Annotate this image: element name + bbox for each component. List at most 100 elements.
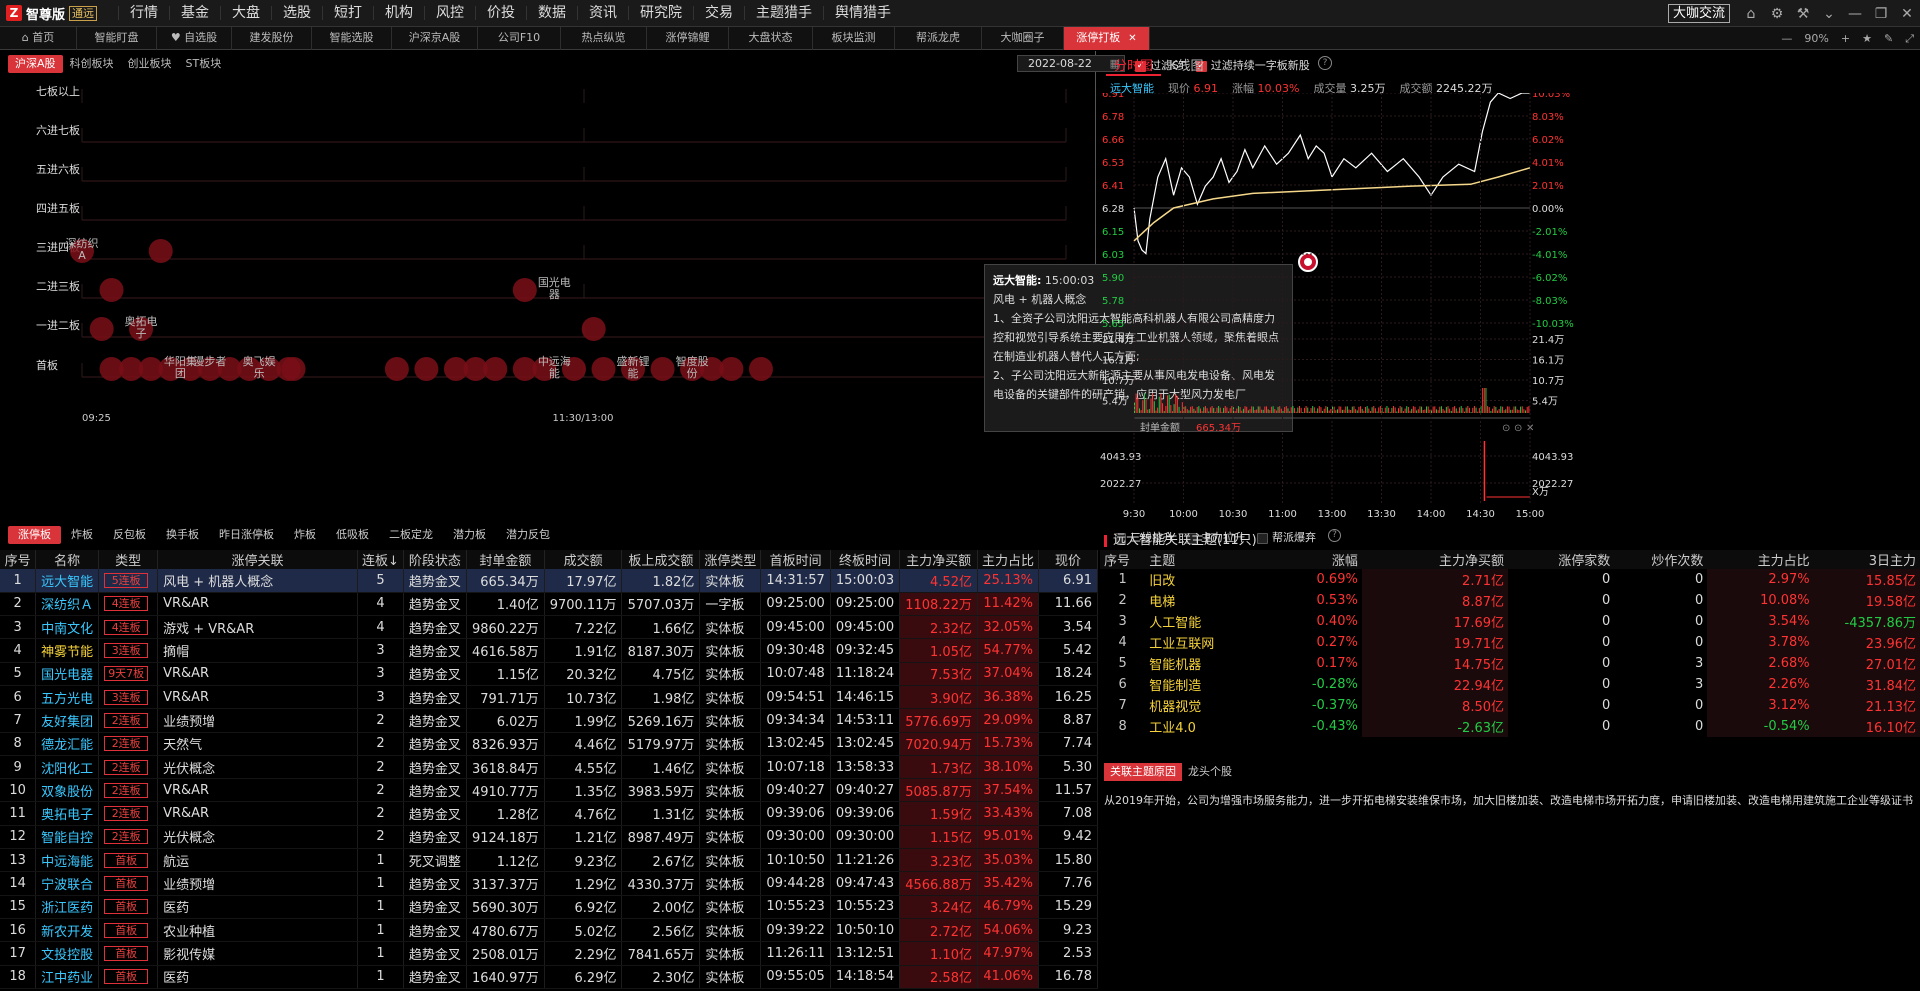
cell-名称[interactable]: 国光电器 <box>35 662 100 686</box>
zoom-out-icon[interactable]: — <box>1775 32 1798 45</box>
cell-名称[interactable]: 中远海能 <box>35 848 100 873</box>
column-header[interactable]: 封单金额 <box>466 550 545 569</box>
menu-item[interactable]: 主题猎手 <box>744 6 823 20</box>
tab-9[interactable]: 大盘状态 <box>729 27 813 50</box>
table-tab[interactable]: 潜力板 <box>443 526 496 544</box>
theme-row[interactable]: 2 电梯 0.53% 8.87亿 0 0 10.08% 19.58亿 <box>1100 590 1920 611</box>
table-row[interactable]: 15 浙江医药 首板 医药 1 趋势金叉 5690.30万 6.92亿 2.00亿 实体板 10:5… <box>0 895 1099 919</box>
table-row[interactable]: 11 奥拓电子 2连板 VR&AR 2 趋势金叉 1.28亿 4.76亿 1.31亿 实体板 09:… <box>0 801 1099 826</box>
table-row[interactable]: 14 宁波联合 首板 业绩预增 1 趋势金叉 3137.37万 1.29亿 4330.37万 实体… <box>0 871 1099 896</box>
menu-item[interactable]: 交易 <box>693 6 744 20</box>
cell-名称[interactable]: 友好集团 <box>35 708 100 733</box>
chevron-down-icon[interactable]: ⌄ <box>1816 6 1842 22</box>
tab-8[interactable]: 涨停锦鲤 <box>647 27 729 50</box>
table-row[interactable]: 18 江中药业 首板 医药 1 趋势金叉 1640.97万 6.29亿 2.30亿 实体板 09:5… <box>0 965 1099 989</box>
theme-column-header[interactable]: 主题 <box>1145 550 1243 569</box>
table-row[interactable]: 17 文投控股 首板 影视传媒 1 趋势金叉 2508.01万 2.29亿 7841.65万 实体… <box>0 941 1099 966</box>
table-row[interactable]: 1 远大智能 5连板 风电 + 机器人概念 5 趋势金叉 665.34万 17.97亿 1.82… <box>0 569 1099 593</box>
tab-5[interactable]: 沪深京A股 <box>392 27 478 50</box>
table-row[interactable]: 10 双象股份 2连板 VR&AR 2 趋势金叉 4910.77万 1.35亿 3983.59万… <box>0 778 1099 803</box>
chart-tab[interactable]: 分时图 <box>1106 55 1162 76</box>
column-header[interactable]: 涨停关联 <box>157 550 359 569</box>
cell-名称[interactable]: 奥拓电子 <box>35 801 100 826</box>
column-header[interactable]: 首板时间 <box>760 550 831 569</box>
theme-column-header[interactable]: 炒作次数 <box>1614 550 1708 569</box>
table-row[interactable]: 4 神雾节能 3连板 摘帽 3 趋势金叉 4616.58万 1.91亿 8187.30万 实体板 0… <box>0 638 1099 663</box>
theme-cell[interactable]: 旧改 <box>1145 569 1242 590</box>
table-row[interactable]: 2 深纺织Ａ 4连板 VR&AR 4 趋势金叉 1.40亿 9700.11万 5707.03万一… <box>0 592 1099 617</box>
tab-6[interactable]: 公司F10 <box>478 27 561 50</box>
tab-2[interactable]: ♥ 自选股 <box>157 27 232 50</box>
cell-名称[interactable]: 江中药业 <box>35 965 100 989</box>
subtab[interactable]: ST板块 <box>179 55 229 73</box>
table-tab[interactable]: 昨日涨停板 <box>209 526 284 544</box>
tab-10[interactable]: 板块监测 <box>813 27 895 50</box>
column-header[interactable]: 阶段状态 <box>403 550 467 569</box>
cell-名称[interactable]: 远大智能 <box>35 569 100 593</box>
table-tab[interactable]: 低吸板 <box>326 526 379 544</box>
menu-item[interactable]: 数据 <box>526 6 577 20</box>
column-header[interactable]: 涨停类型 <box>699 550 762 569</box>
theme-row[interactable]: 1 旧改 0.69% 2.71亿 0 0 2.97% 15.85亿 <box>1100 569 1920 590</box>
theme-column-header[interactable]: 涨停家数 <box>1508 550 1615 569</box>
pin-icon[interactable]: ✎ <box>1878 32 1899 45</box>
home-icon[interactable]: ⌂ <box>1738 6 1764 22</box>
app-logo[interactable]: Z 智尊版 通远 <box>0 4 118 23</box>
table-row[interactable]: 9 沈阳化工 2连板 光伏概念 2 趋势金叉 3618.84万 4.55亿 1.46亿 实体板 10… <box>0 755 1099 780</box>
column-header[interactable]: 终板时间 <box>830 550 901 569</box>
column-header[interactable]: 主力占比 <box>977 550 1039 569</box>
theme-column-header[interactable]: 3日主力 <box>1813 550 1920 569</box>
cell-名称[interactable]: 双象股份 <box>35 778 100 803</box>
dakao-button[interactable]: 大咖交流 <box>1667 4 1730 23</box>
theme-cell[interactable]: 人工智能 <box>1145 611 1242 632</box>
table-row[interactable]: 12 智能自控 2连板 光伏概念 2 趋势金叉 9124.18万 1.21亿 8987.49万实… <box>0 825 1099 850</box>
column-header[interactable]: 名称 <box>35 550 100 569</box>
cell-名称[interactable]: 宁波联合 <box>35 871 100 896</box>
tools-icon[interactable]: ⚒ <box>1790 6 1816 22</box>
theme-column-header[interactable]: 序号 <box>1100 550 1146 569</box>
menu-item[interactable]: 行情 <box>118 6 169 20</box>
cell-名称[interactable]: 浙江医药 <box>35 895 100 919</box>
theme-cell[interactable]: 智能制造 <box>1145 674 1242 695</box>
cell-名称[interactable]: 智能自控 <box>35 825 100 850</box>
menu-item[interactable]: 价投 <box>475 6 526 20</box>
close-tab-icon[interactable]: ✕ <box>1128 33 1136 44</box>
theme-cell[interactable]: 机器视觉 <box>1145 695 1242 716</box>
column-header[interactable]: 板上成交额 <box>621 550 701 569</box>
cell-名称[interactable]: 神雾节能 <box>35 638 100 663</box>
reason-tab[interactable]: 关联主题原因 <box>1104 763 1182 781</box>
column-header[interactable]: 主力净买额 <box>899 550 978 569</box>
table-row[interactable]: 3 中南文化 4连板 游戏 + VR&AR 4 趋势金叉 9860.22万 7.22亿 1.66… <box>0 615 1099 640</box>
tab-11[interactable]: 帮派龙虎 <box>895 27 982 50</box>
theme-column-header[interactable]: 主力占比 <box>1707 550 1814 569</box>
cell-名称[interactable]: 文投控股 <box>35 941 100 966</box>
cell-名称[interactable]: 新农开发 <box>35 918 100 943</box>
menu-item[interactable]: 大盘 <box>220 6 271 20</box>
table-tab[interactable]: 潜力反包 <box>496 526 560 544</box>
cell-名称[interactable]: 德龙汇能 <box>35 732 100 756</box>
theme-cell[interactable]: 电梯 <box>1145 590 1242 611</box>
theme-row[interactable]: 5 智能机器 0.17% 14.75亿 0 3 2.68% 27.01亿 <box>1100 653 1920 674</box>
theme-row[interactable]: 3 人工智能 0.40% 17.69亿 0 0 3.54% -4357.86万 <box>1100 611 1920 632</box>
table-tab[interactable]: 炸板 <box>284 526 326 544</box>
table-row[interactable]: 16 新农开发 首板 农业种植 1 趋势金叉 4780.67万 5.02亿 2.56亿 实体板 09… <box>0 918 1099 943</box>
theme-row[interactable]: 7 机器视觉 -0.37% 8.50亿 0 0 3.12% 21.13亿 <box>1100 695 1920 716</box>
menu-item[interactable]: 风控 <box>424 6 475 20</box>
table-row[interactable]: 5 国光电器 9天7板 VR&AR 3 趋势金叉 1.15亿 20.32亿 4.75亿 实体板 10… <box>0 662 1099 686</box>
tab-13[interactable]: 涨停打板 ✕ <box>1064 27 1150 50</box>
minimize-icon[interactable]: — <box>1842 6 1868 22</box>
column-header[interactable]: 现价 <box>1038 550 1099 569</box>
table-tab[interactable]: 反包板 <box>103 526 156 544</box>
tab-12[interactable]: 大咖圈子 <box>982 27 1064 50</box>
subtab[interactable]: 沪深A股 <box>8 55 63 73</box>
table-tab[interactable]: 炸板 <box>61 526 103 544</box>
cell-名称[interactable]: 沈阳化工 <box>35 755 100 780</box>
subtab[interactable]: 科创板块 <box>63 55 121 73</box>
star-icon[interactable]: ★ <box>1856 32 1878 45</box>
tab-1[interactable]: 智能盯盘 <box>77 27 157 50</box>
menu-item[interactable]: 选股 <box>271 6 322 20</box>
close-icon[interactable]: ✕ <box>1894 6 1920 22</box>
cell-名称[interactable]: 中南文化 <box>35 615 100 640</box>
column-header[interactable]: 类型 <box>98 550 159 569</box>
subtab[interactable]: 创业板块 <box>121 55 179 73</box>
